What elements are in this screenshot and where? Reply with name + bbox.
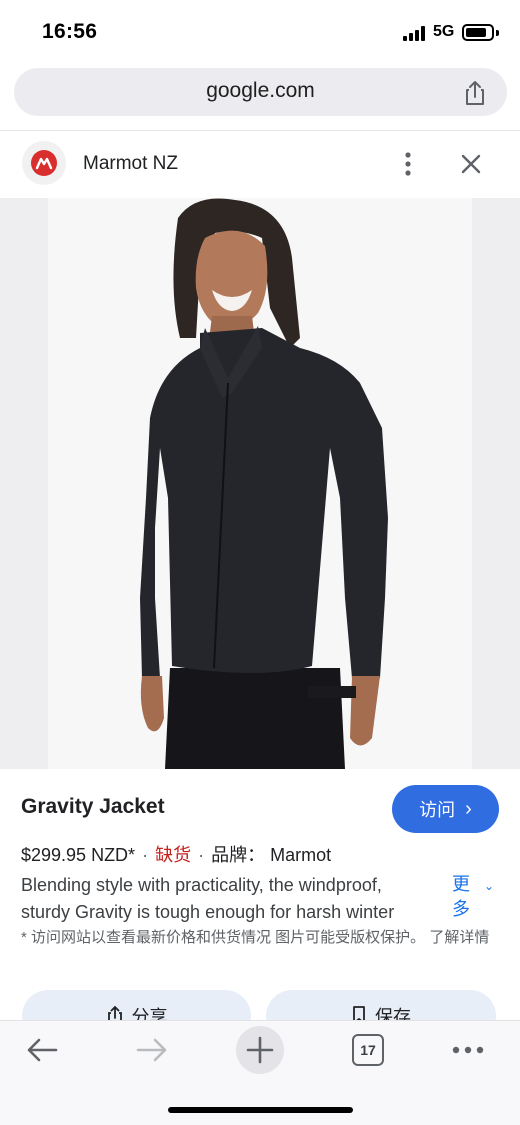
separator: · bbox=[142, 845, 149, 865]
source-header: Marmot NZ bbox=[0, 131, 520, 198]
share-icon[interactable] bbox=[460, 78, 490, 108]
separator: · bbox=[198, 845, 205, 865]
brand-label: 品牌： bbox=[211, 845, 266, 865]
product-description: Blending style with practicality, the wi… bbox=[21, 875, 395, 922]
forward-arrow-icon[interactable] bbox=[134, 1035, 170, 1065]
new-tab-plus-icon bbox=[246, 1036, 274, 1064]
status-bar: 16:56 5G bbox=[0, 0, 520, 66]
product-title[interactable]: Gravity Jacket bbox=[21, 795, 165, 819]
battery-icon bbox=[462, 24, 494, 41]
status-time: 16:56 bbox=[42, 20, 98, 43]
disclaimer[interactable]: * 访问网站以查看最新价格和供货情况 图片可能受版权保护。 了解详情 bbox=[21, 927, 496, 949]
visit-button[interactable]: 访问 › bbox=[392, 785, 499, 833]
price-line: $299.95 NZD* · 缺货 · 品牌： Marmot bbox=[21, 841, 331, 867]
marmot-logo-icon[interactable] bbox=[22, 141, 66, 185]
url-domain[interactable]: google.com bbox=[14, 79, 507, 103]
brand-name: Marmot bbox=[270, 845, 332, 865]
source-name[interactable]: Marmot NZ bbox=[83, 153, 178, 175]
new-tab-button[interactable] bbox=[236, 1026, 284, 1074]
address-bar[interactable]: google.com bbox=[14, 68, 507, 116]
more-toggle[interactable]: 更多 ⌄ bbox=[452, 872, 500, 922]
more-label: 更多 bbox=[452, 874, 470, 919]
more-vert-icon[interactable] bbox=[396, 149, 420, 179]
more-horiz-icon[interactable] bbox=[450, 1037, 486, 1063]
signal-icon bbox=[403, 26, 427, 41]
price: $299.95 NZD* bbox=[21, 845, 136, 865]
chevron-right-icon: › bbox=[465, 797, 472, 820]
product-image[interactable] bbox=[0, 198, 520, 769]
close-icon[interactable] bbox=[456, 149, 486, 179]
tabs-icon[interactable]: 17 bbox=[352, 1034, 384, 1066]
stock-status: 缺货 bbox=[155, 845, 192, 865]
home-indicator bbox=[168, 1107, 353, 1113]
battery-cap bbox=[496, 30, 499, 36]
visit-label: 访问 bbox=[419, 800, 456, 820]
back-arrow-icon[interactable] bbox=[24, 1035, 60, 1065]
chevron-down-icon: ⌄ bbox=[484, 879, 495, 893]
product-photo bbox=[0, 198, 520, 769]
network-type: 5G bbox=[433, 23, 455, 40]
